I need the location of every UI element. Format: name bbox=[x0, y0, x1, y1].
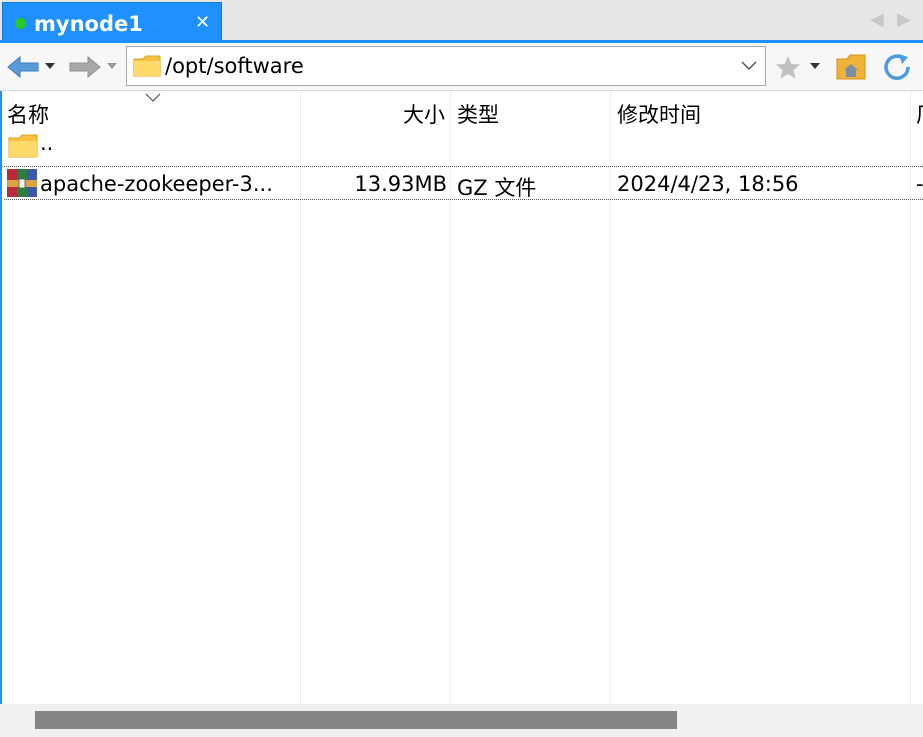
forward-history-dropdown-icon[interactable] bbox=[106, 62, 118, 70]
file-name: .. bbox=[40, 131, 54, 155]
session-tab[interactable]: mynode1 ✕ bbox=[2, 2, 222, 42]
column-header-extra[interactable]: 厂 bbox=[916, 99, 923, 129]
toolbar: /opt/software bbox=[0, 43, 923, 91]
archive-icon bbox=[7, 169, 37, 197]
address-bar[interactable]: /opt/software bbox=[126, 46, 766, 86]
column-header-type[interactable]: 类型 bbox=[457, 99, 499, 129]
file-type: GZ 文件 bbox=[457, 176, 537, 200]
sort-descending-icon bbox=[145, 93, 161, 102]
file-name: apache-zookeeper-3... bbox=[40, 172, 273, 196]
list-item[interactable]: .. bbox=[4, 131, 923, 165]
back-arrow-icon[interactable] bbox=[6, 55, 40, 79]
connection-status-dot bbox=[15, 18, 26, 29]
horizontal-scrollbar[interactable] bbox=[0, 704, 923, 737]
column-header-name[interactable]: 名称 bbox=[7, 99, 49, 129]
file-size: 13.93MB bbox=[354, 172, 447, 196]
file-extra: - bbox=[916, 172, 923, 196]
column-header-modified[interactable]: 修改时间 bbox=[617, 99, 701, 129]
file-list[interactable]: 名称 大小 类型 修改时间 厂 .. apache-zookeeper-3...… bbox=[0, 91, 923, 704]
tab-scroll-right-icon[interactable]: ▶ bbox=[897, 10, 911, 30]
folder-icon bbox=[8, 134, 38, 158]
list-item[interactable]: apache-zookeeper-3... 13.93MB GZ 文件 2024… bbox=[4, 166, 923, 200]
file-modified: 2024/4/23, 18:56 bbox=[617, 172, 799, 196]
chevron-down-icon[interactable] bbox=[739, 55, 759, 75]
back-history-dropdown-icon[interactable] bbox=[44, 62, 56, 70]
close-icon[interactable]: ✕ bbox=[195, 13, 210, 33]
folder-icon bbox=[133, 55, 161, 77]
home-folder-icon[interactable] bbox=[836, 53, 866, 81]
star-icon[interactable] bbox=[774, 54, 802, 80]
tab-scroll-left-icon[interactable]: ◀ bbox=[870, 10, 884, 30]
refresh-icon[interactable] bbox=[882, 53, 914, 83]
bookmark-dropdown-icon[interactable] bbox=[809, 62, 821, 70]
tab-title: mynode1 bbox=[34, 12, 143, 36]
scrollbar-thumb[interactable] bbox=[35, 711, 677, 729]
column-header-size[interactable]: 大小 bbox=[403, 99, 445, 129]
address-path[interactable]: /opt/software bbox=[165, 54, 304, 78]
tab-bar: mynode1 ✕ ◀ ▶ bbox=[0, 0, 923, 43]
forward-arrow-icon[interactable] bbox=[68, 55, 102, 79]
